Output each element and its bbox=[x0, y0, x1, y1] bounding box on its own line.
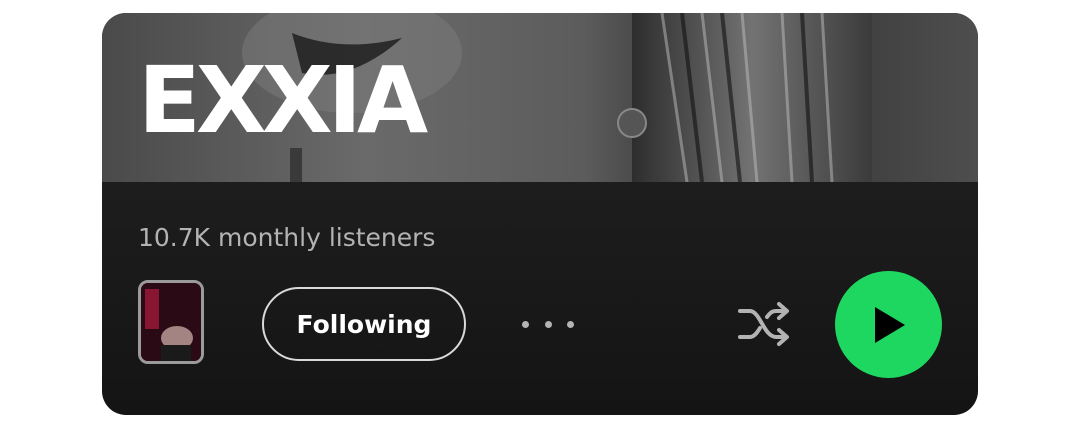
monthly-listeners: 10.7K monthly listeners bbox=[138, 223, 436, 252]
artist-name: EXXIA bbox=[138, 47, 428, 154]
artist-header-image: EXXIA bbox=[102, 13, 978, 182]
more-options-icon[interactable] bbox=[522, 309, 574, 339]
more-dot bbox=[567, 320, 574, 328]
following-button[interactable]: Following bbox=[262, 287, 466, 361]
play-icon bbox=[874, 306, 905, 343]
artist-card: EXXIA 10.7K monthly listeners Following bbox=[102, 13, 978, 415]
shuffle-icon[interactable] bbox=[734, 299, 794, 349]
more-dot bbox=[544, 320, 552, 328]
play-button[interactable] bbox=[835, 271, 942, 378]
thumbnail-image bbox=[141, 283, 201, 361]
artist-preview-thumbnail[interactable] bbox=[138, 280, 204, 364]
more-dot bbox=[522, 320, 529, 328]
